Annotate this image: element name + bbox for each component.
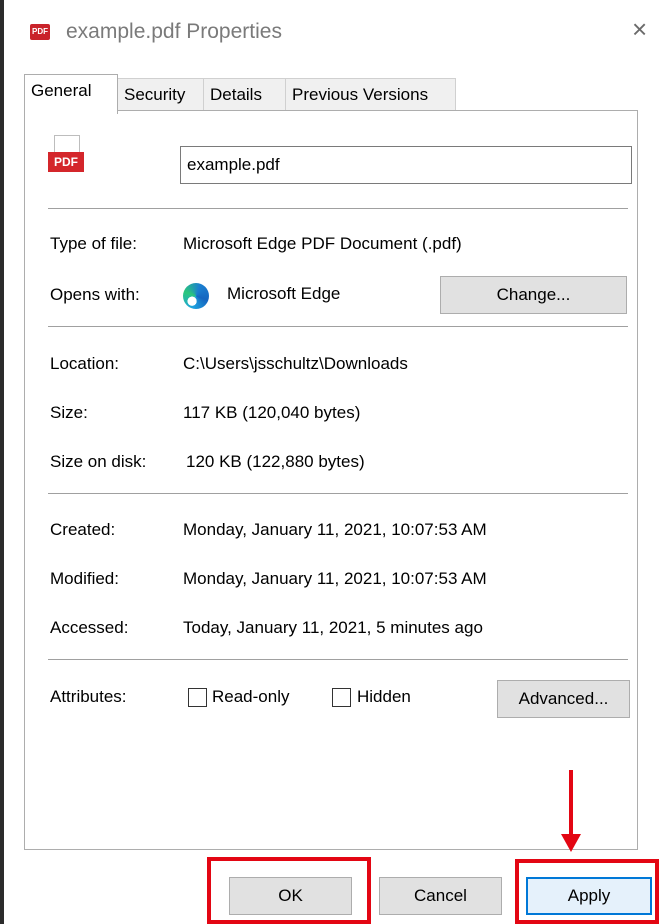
attributes-label: Attributes: [50, 687, 127, 706]
ok-highlight-box [207, 857, 371, 924]
separator [48, 493, 628, 494]
filename-input[interactable] [180, 146, 632, 184]
advanced-button[interactable]: Advanced... [497, 680, 630, 718]
location-value: C:\Users\jsschultz\Downloads [183, 354, 408, 373]
size-value: 117 KB (120,040 bytes) [183, 403, 361, 422]
hidden-checkbox[interactable] [332, 688, 351, 707]
tab-general[interactable]: General [24, 74, 118, 114]
size-on-disk-value: 120 KB (122,880 bytes) [186, 452, 365, 471]
pdf-icon-label: PDF [32, 27, 48, 36]
created-label: Created: [50, 520, 116, 539]
separator [48, 208, 628, 209]
pdf-icon-tag: PDF [48, 152, 84, 172]
separator [48, 659, 628, 660]
pdf-file-icon: PDF [30, 24, 50, 40]
size-label: Size: [50, 403, 88, 422]
opens-with-value: Microsoft Edge [227, 284, 341, 303]
opens-with-label: Opens with: [50, 285, 140, 304]
apply-highlight-box [515, 859, 659, 924]
read-only-label[interactable]: Read-only [212, 687, 290, 707]
created-value: Monday, January 11, 2021, 10:07:53 AM [183, 520, 487, 539]
location-label: Location: [50, 354, 119, 373]
type-of-file-label: Type of file: [50, 234, 137, 253]
read-only-checkbox[interactable] [188, 688, 207, 707]
hidden-label[interactable]: Hidden [357, 687, 411, 707]
cancel-button[interactable]: Cancel [379, 877, 502, 915]
close-icon[interactable]: × [632, 14, 647, 45]
modified-value: Monday, January 11, 2021, 10:07:53 AM [183, 569, 487, 588]
tab-security[interactable]: Security [117, 78, 204, 112]
tab-details[interactable]: Details [203, 78, 286, 112]
accessed-label: Accessed: [50, 618, 129, 637]
window-title: example.pdf Properties [66, 20, 282, 43]
accessed-value: Today, January 11, 2021, 5 minutes ago [183, 618, 483, 637]
annotation-arrow-shaft [569, 770, 573, 838]
type-of-file-value: Microsoft Edge PDF Document (.pdf) [183, 234, 462, 253]
annotation-arrow-icon [561, 834, 581, 852]
tab-previous-versions[interactable]: Previous Versions [285, 78, 456, 112]
size-on-disk-label: Size on disk: [50, 452, 147, 471]
change-button[interactable]: Change... [440, 276, 627, 314]
separator [48, 326, 628, 327]
microsoft-edge-icon [183, 283, 209, 309]
title-bar: PDF example.pdf Properties × [4, 0, 659, 62]
general-panel [24, 110, 638, 850]
pdf-document-icon: PDF [48, 135, 84, 181]
modified-label: Modified: [50, 569, 119, 588]
window-edge [0, 0, 4, 924]
